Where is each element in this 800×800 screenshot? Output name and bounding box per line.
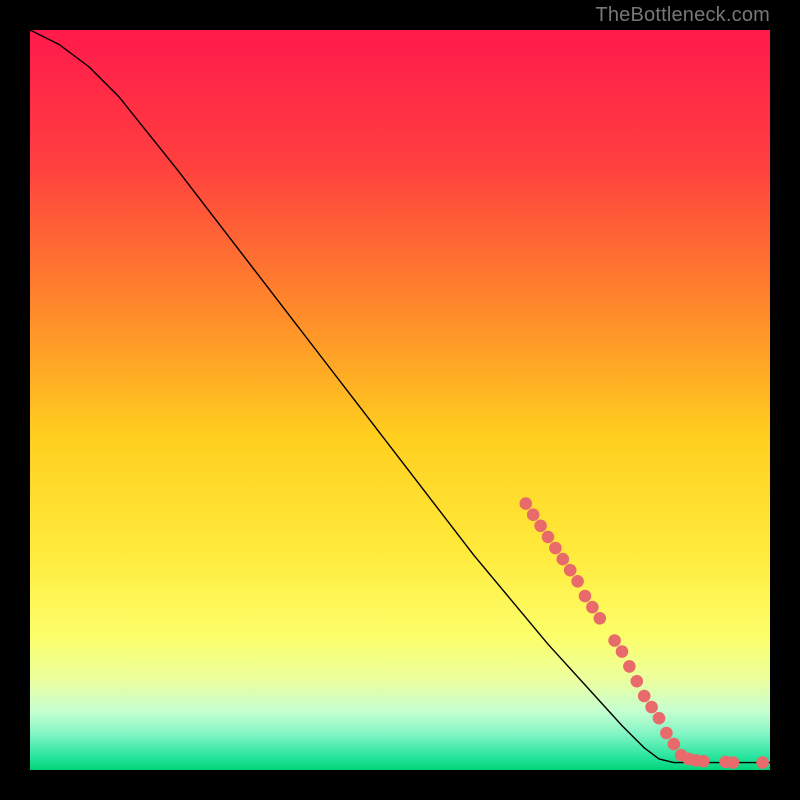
data-marker xyxy=(638,690,651,703)
data-marker xyxy=(579,590,592,603)
data-marker xyxy=(653,712,666,725)
data-marker xyxy=(697,755,710,768)
gradient-background xyxy=(30,30,770,770)
data-marker xyxy=(542,531,555,544)
data-marker xyxy=(594,612,607,625)
data-marker xyxy=(623,660,636,673)
data-marker xyxy=(631,675,644,688)
watermark-text: TheBottleneck.com xyxy=(595,4,770,27)
data-marker xyxy=(557,553,570,566)
data-marker xyxy=(660,727,673,740)
data-marker xyxy=(586,601,599,614)
data-marker xyxy=(549,542,562,555)
chart-svg xyxy=(30,30,770,770)
data-marker xyxy=(534,520,547,533)
data-marker xyxy=(616,645,629,658)
data-marker xyxy=(727,756,740,769)
data-marker xyxy=(756,756,769,769)
data-marker xyxy=(571,575,584,588)
data-marker xyxy=(520,497,533,510)
data-marker xyxy=(564,564,577,577)
data-marker xyxy=(527,508,540,521)
data-marker xyxy=(608,634,621,647)
data-marker xyxy=(645,701,658,714)
chart-plot-area xyxy=(30,30,770,770)
data-marker xyxy=(668,738,681,751)
chart-frame: TheBottleneck.com xyxy=(0,0,800,800)
